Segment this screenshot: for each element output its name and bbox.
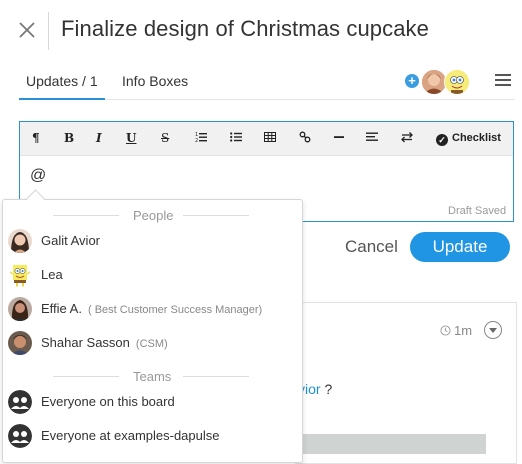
person-title: (CSM) [135, 338, 168, 350]
check-circle-icon: ✓ [436, 134, 448, 146]
mention-option-person[interactable]: Effie A.( Best Customer Success Manager) [2, 292, 299, 326]
card-options-button[interactable] [484, 321, 502, 339]
avatar [8, 331, 32, 355]
avatar [8, 263, 32, 287]
checklist-button[interactable]: ✓ Checklist [436, 132, 501, 146]
team-name: Everyone on this board [41, 394, 175, 409]
person-photo-icon [8, 331, 32, 355]
person-photo-icon [422, 70, 446, 94]
sponge-character-icon [8, 263, 32, 287]
section-divider [53, 215, 119, 216]
mention-option-team[interactable]: Everyone on this board [2, 385, 299, 419]
section-divider [183, 376, 249, 377]
team-icon [8, 424, 32, 448]
subscriber-avatar[interactable] [444, 69, 470, 95]
person-name: Effie A.( Best Customer Success Manager) [41, 301, 263, 316]
team-icon [8, 390, 32, 414]
team-name: Everyone at examples-dapulse [41, 428, 220, 443]
draft-status: Draft Saved [448, 205, 507, 217]
section-divider [53, 376, 119, 377]
team-icon [8, 390, 32, 414]
person-name: Galit Avior [41, 233, 101, 248]
cancel-button[interactable]: Cancel [345, 237, 398, 257]
underline-button[interactable]: U [126, 131, 136, 145]
add-subscriber-button[interactable]: + [405, 74, 419, 88]
person-photo-icon [8, 297, 32, 321]
editor-input-text[interactable]: @ [30, 167, 46, 185]
mention-option-team[interactable]: Everyone at examples-dapulse [2, 419, 299, 453]
mention-option-person[interactable]: Galit Avior [2, 224, 299, 258]
strikethrough-button[interactable]: S [161, 131, 169, 145]
link-icon[interactable] [299, 131, 311, 146]
person-name: Shahar Sasson (CSM) [41, 335, 168, 350]
avatar [8, 297, 32, 321]
card-image [298, 434, 486, 454]
mention-option-person[interactable]: Shahar Sasson (CSM) [2, 326, 299, 360]
horizontal-rule-icon[interactable] [333, 131, 345, 146]
teams-heading: Teams [133, 369, 172, 384]
table-icon[interactable] [264, 131, 276, 146]
italic-button[interactable]: I [96, 131, 102, 145]
close-icon [19, 22, 35, 38]
update-timestamp: 1m [440, 323, 472, 338]
active-tab-indicator [19, 98, 105, 100]
hamburger-menu-icon[interactable] [495, 74, 511, 88]
person-name: Lea [41, 267, 63, 282]
paragraph-button[interactable]: ¶ [32, 131, 40, 145]
section-divider [183, 215, 249, 216]
sponge-character-icon [445, 70, 469, 94]
ordered-list-icon[interactable]: 12 [195, 131, 207, 146]
avatar [8, 229, 32, 253]
person-photo-icon [8, 229, 32, 253]
tab-info-boxes[interactable]: Info Boxes [122, 73, 188, 89]
checklist-label: Checklist [452, 132, 501, 144]
update-button[interactable]: Update [410, 232, 510, 262]
mention-option-person[interactable]: Lea [2, 258, 299, 292]
tab-updates[interactable]: Updates / 1 [26, 73, 98, 89]
person-title: ( Best Customer Success Manager) [87, 304, 263, 316]
people-heading: People [133, 208, 174, 223]
card-text-suffix: ? [320, 381, 333, 397]
align-icon[interactable] [366, 131, 378, 146]
clock-icon [440, 325, 451, 336]
title-divider [48, 12, 49, 50]
timestamp-text: 1m [454, 323, 473, 338]
text-direction-icon[interactable] [401, 131, 413, 146]
bold-button[interactable]: B [64, 131, 74, 145]
team-icon [8, 424, 32, 448]
page-title[interactable]: Finalize design of Christmas cupcake [61, 16, 429, 42]
bullet-list-icon[interactable] [230, 131, 242, 146]
card-body-text: vior ? [298, 381, 332, 397]
svg-text:2: 2 [195, 138, 198, 143]
close-button[interactable] [14, 17, 40, 43]
chevron-down-icon [489, 328, 497, 333]
